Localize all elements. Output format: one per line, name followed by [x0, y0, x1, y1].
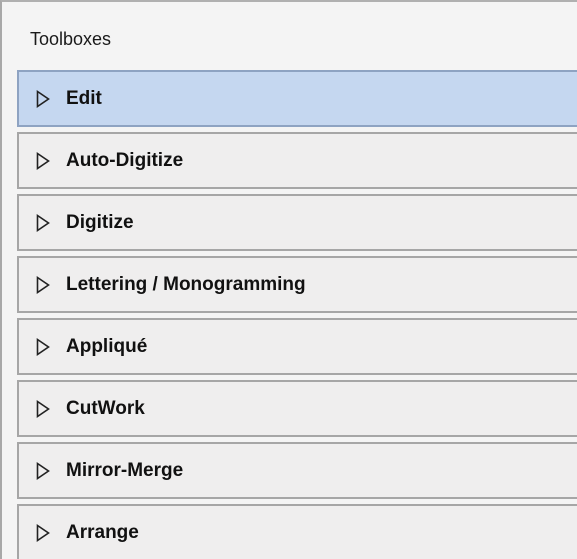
toolbox-label: CutWork: [66, 397, 145, 419]
expand-arrow-icon: [36, 213, 50, 232]
toolbox-label: Appliqué: [66, 335, 148, 357]
toolbox-label: Lettering / Monogramming: [66, 273, 306, 295]
toolboxes-panel: Toolboxes Edit Auto-Digitize Digitize Le…: [0, 0, 577, 559]
expand-arrow-icon: [36, 275, 50, 294]
expand-arrow-icon: [36, 151, 50, 170]
toolbox-label: Arrange: [66, 521, 139, 543]
toolbox-header-applique[interactable]: Appliqué: [17, 318, 577, 375]
expand-arrow-icon: [36, 89, 50, 108]
toolbox-header-arrange[interactable]: Arrange: [17, 504, 577, 559]
toolbox-header-edit[interactable]: Edit: [17, 70, 577, 127]
toolbox-label: Auto-Digitize: [66, 149, 184, 171]
toolbox-header-auto-digitize[interactable]: Auto-Digitize: [17, 132, 577, 189]
expand-arrow-icon: [36, 523, 50, 542]
toolbox-label: Digitize: [66, 211, 134, 233]
expand-arrow-icon: [36, 337, 50, 356]
toolbox-header-digitize[interactable]: Digitize: [17, 194, 577, 251]
toolbox-header-lettering-monogramming[interactable]: Lettering / Monogramming: [17, 256, 577, 313]
expand-arrow-icon: [36, 461, 50, 480]
toolbox-header-mirror-merge[interactable]: Mirror-Merge: [17, 442, 577, 499]
toolbox-header-cutwork[interactable]: CutWork: [17, 380, 577, 437]
toolbox-label: Edit: [66, 87, 102, 109]
expand-arrow-icon: [36, 399, 50, 418]
toolbox-label: Mirror-Merge: [66, 459, 184, 481]
panel-title: Toolboxes: [30, 29, 112, 49]
